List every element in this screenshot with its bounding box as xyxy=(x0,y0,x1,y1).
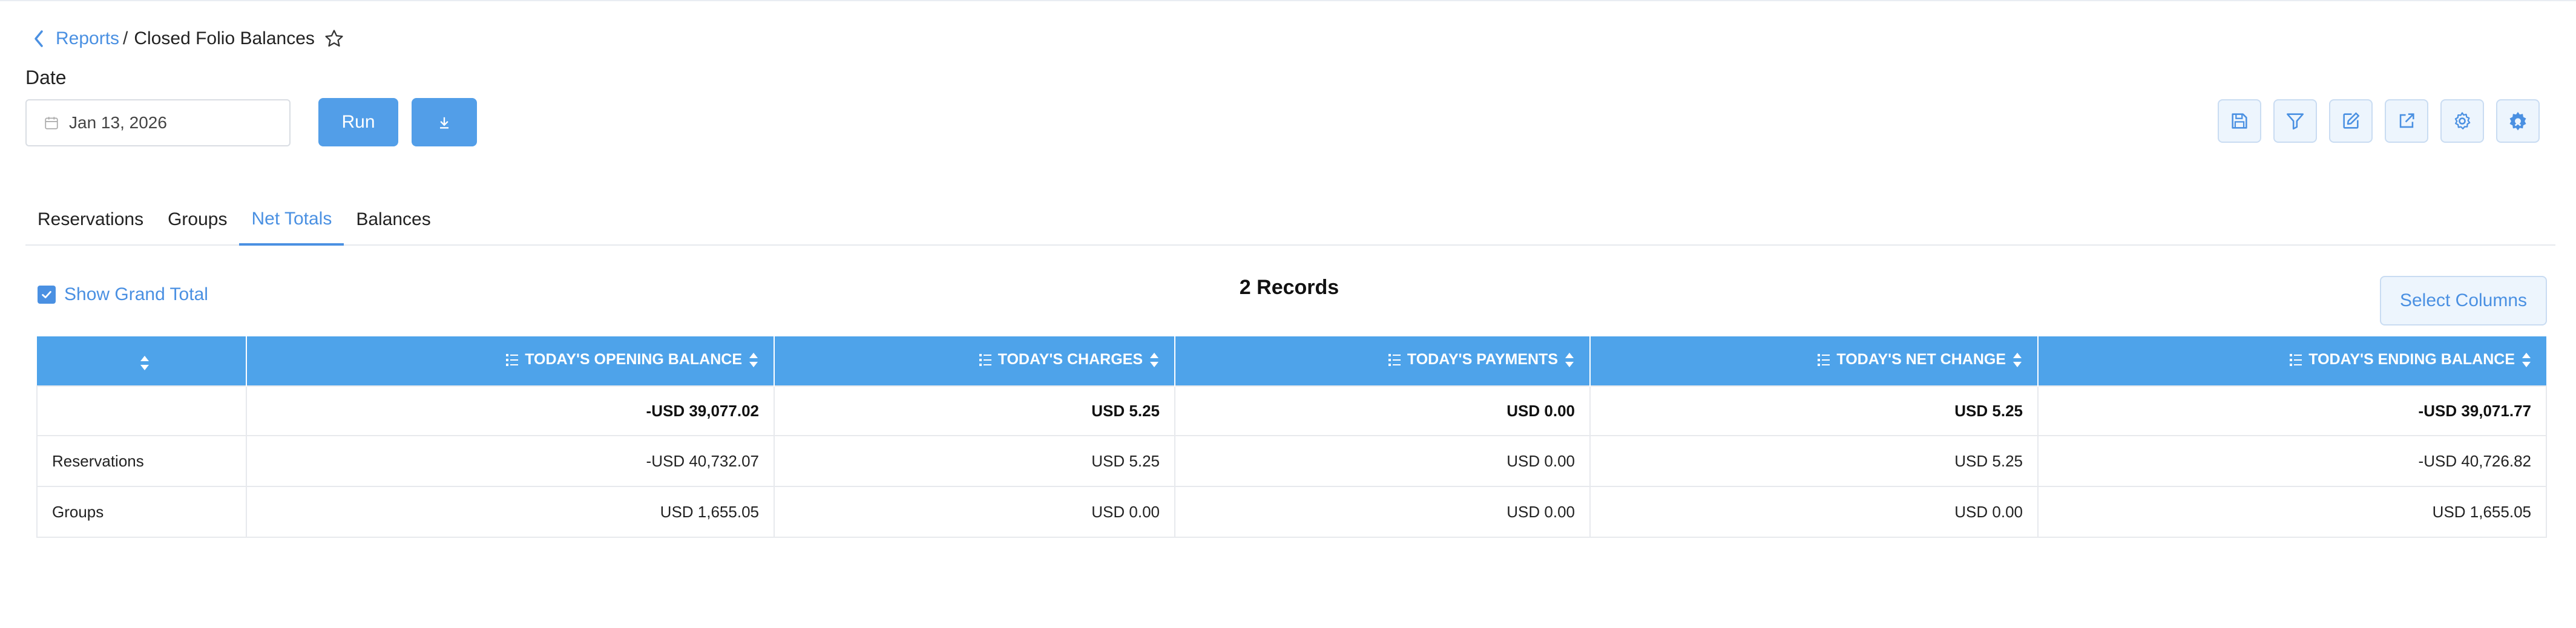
column-header-opening-balance[interactable]: Today's Opening Balance xyxy=(246,336,775,386)
table-cell: USD 5.25 xyxy=(1589,435,2039,487)
sort-icon[interactable] xyxy=(748,351,759,369)
date-input[interactable] xyxy=(69,113,263,132)
table-cell: -USD 40,726.82 xyxy=(2037,435,2547,487)
tab-groups[interactable]: Groups xyxy=(156,195,239,244)
table-cell: USD 0.00 xyxy=(1174,385,1591,436)
column-list-icon xyxy=(979,353,991,366)
export-button[interactable] xyxy=(2385,99,2428,143)
table-cell: USD 5.25 xyxy=(774,385,1175,436)
gear-icon xyxy=(2454,112,2471,129)
save-button[interactable] xyxy=(2218,99,2261,143)
back-chevron-icon[interactable] xyxy=(30,27,47,51)
sort-icon[interactable] xyxy=(1149,351,1160,369)
table-cell: Reservations xyxy=(36,435,247,487)
net-totals-table: Today's Opening Balance Today's Charges … xyxy=(36,336,2547,538)
table-cell: USD 1,655.05 xyxy=(246,486,775,538)
favorite-star-icon[interactable] xyxy=(322,27,346,51)
records-count: 2 Records xyxy=(1239,276,1339,299)
breadcrumb: Reports / Closed Folio Balances xyxy=(30,27,346,51)
table-row[interactable]: Reservations -USD 40,732.07 USD 5.25 USD… xyxy=(36,435,2547,487)
save-icon xyxy=(2232,113,2247,129)
table-cell: USD 0.00 xyxy=(774,486,1175,538)
column-header-payments[interactable]: Today's Payments xyxy=(1175,336,1591,386)
column-list-icon xyxy=(506,353,519,366)
page-title: Closed Folio Balances xyxy=(134,28,315,48)
column-list-icon xyxy=(2290,353,2302,366)
table-cell: USD 1,655.05 xyxy=(2037,486,2547,538)
filter-icon xyxy=(2286,113,2304,130)
table-cell: USD 0.00 xyxy=(1174,486,1591,538)
table-cell: USD 5.25 xyxy=(1589,385,2039,436)
table-cell: Groups xyxy=(36,486,247,538)
tab-balances[interactable]: Balances xyxy=(344,195,442,244)
download-button[interactable] xyxy=(412,98,477,146)
external-link-icon xyxy=(2399,113,2414,128)
edit-icon xyxy=(2343,112,2360,129)
report-tabs: Reservations Groups Net Totals Balances xyxy=(25,195,2555,246)
table-cell xyxy=(36,385,247,436)
advanced-settings-icon xyxy=(2509,112,2526,131)
tab-reservations[interactable]: Reservations xyxy=(25,195,156,244)
column-header-net-change[interactable]: Today's Net Change xyxy=(1590,336,2039,386)
column-header-charges[interactable]: Today's Charges xyxy=(774,336,1175,386)
sort-icon[interactable] xyxy=(139,354,150,372)
date-label: Date xyxy=(25,67,67,88)
calendar-icon xyxy=(45,117,58,129)
table-cell: -USD 39,071.77 xyxy=(2037,385,2547,436)
filter-button[interactable] xyxy=(2273,99,2317,143)
edit-button[interactable] xyxy=(2329,99,2373,143)
table-cell: -USD 39,077.02 xyxy=(246,385,775,436)
show-grand-total-label: Show Grand Total xyxy=(64,284,208,304)
table-cell: -USD 40,732.07 xyxy=(246,435,775,487)
settings-button[interactable] xyxy=(2440,99,2484,143)
top-border xyxy=(0,0,2576,1)
grand-total-checkbox[interactable] xyxy=(38,286,56,304)
breadcrumb-separator: / xyxy=(123,28,128,48)
sort-icon[interactable] xyxy=(1564,351,1575,369)
checkmark-icon xyxy=(42,291,51,298)
table-row[interactable]: Groups USD 1,655.05 USD 0.00 USD 0.00 US… xyxy=(36,486,2547,538)
date-field[interactable] xyxy=(25,99,291,146)
column-list-icon xyxy=(1818,353,1830,366)
show-grand-total-toggle[interactable]: Show Grand Total xyxy=(38,284,208,305)
breadcrumb-reports-link[interactable]: Reports xyxy=(56,28,119,49)
column-list-icon xyxy=(1388,353,1401,366)
advanced-settings-button[interactable] xyxy=(2496,99,2540,143)
run-button[interactable]: Run xyxy=(318,98,398,146)
report-toolbar xyxy=(2218,99,2540,143)
table-cell: USD 5.25 xyxy=(774,435,1175,487)
download-icon xyxy=(440,117,448,129)
column-header-label[interactable] xyxy=(37,336,247,386)
grand-total-row: -USD 39,077.02 USD 5.25 USD 0.00 USD 5.2… xyxy=(36,385,2547,436)
table-cell: USD 0.00 xyxy=(1589,486,2039,538)
table-header-row: Today's Opening Balance Today's Charges … xyxy=(37,336,2546,386)
sort-icon[interactable] xyxy=(2012,351,2023,369)
column-header-ending-balance[interactable]: Today's Ending Balance xyxy=(2038,336,2546,386)
sort-icon[interactable] xyxy=(2521,351,2532,369)
table-cell: USD 0.00 xyxy=(1174,435,1591,487)
tab-net-totals[interactable]: Net Totals xyxy=(239,195,344,246)
select-columns-button[interactable]: Select Columns xyxy=(2380,276,2547,325)
